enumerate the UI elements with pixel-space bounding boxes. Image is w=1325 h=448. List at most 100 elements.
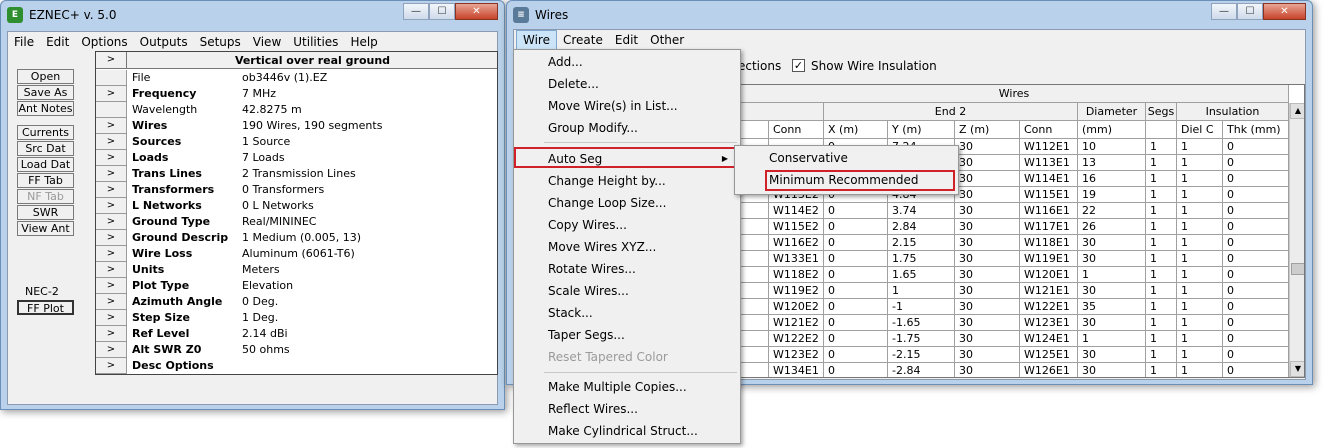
table-cell[interactable]: 1 [1177, 203, 1223, 219]
menu-file[interactable]: File [8, 32, 40, 52]
table-cell[interactable]: W117E1 [1020, 219, 1078, 235]
control-row[interactable]: > Units Meters [96, 262, 497, 278]
control-row[interactable]: > Sources 1 Source [96, 134, 497, 150]
control-row[interactable]: File ob3446v (1).EZ [96, 70, 497, 86]
table-cell[interactable]: -1.75 [888, 331, 955, 347]
row-spacer-cell[interactable] [740, 219, 769, 235]
table-cell[interactable]: 0 [824, 267, 888, 283]
row-spacer-cell[interactable] [740, 203, 769, 219]
control-row[interactable]: > Wires 190 Wires, 190 segments [96, 118, 497, 134]
menu-item-change-loop-size[interactable]: Change Loop Size... [516, 192, 738, 214]
row-spacer-cell[interactable] [740, 331, 769, 347]
table-cell[interactable]: 1 [1146, 331, 1177, 347]
table-cell[interactable]: W133E1 [769, 251, 824, 267]
row-expand-button[interactable]: > [96, 134, 127, 150]
menu-setups[interactable]: Setups [194, 32, 247, 52]
table-cell[interactable]: 0 [1223, 235, 1289, 251]
row-spacer-cell[interactable] [740, 299, 769, 315]
view-ant-button[interactable]: View Ant [17, 221, 74, 236]
row-expand-button[interactable]: > [96, 310, 127, 326]
menu-view[interactable]: View [247, 32, 287, 52]
table-cell[interactable]: 1 [1177, 155, 1223, 171]
table-cell[interactable]: 0 [1223, 251, 1289, 267]
table-cell[interactable]: 0 [1223, 299, 1289, 315]
row-expand-button[interactable]: > [96, 342, 127, 358]
table-cell[interactable]: 1 [1177, 331, 1223, 347]
table-cell[interactable]: 1 [1146, 251, 1177, 267]
menu-item-rotate-wires[interactable]: Rotate Wires... [516, 258, 738, 280]
table-cell[interactable]: 1 [1146, 267, 1177, 283]
table-cell[interactable]: W125E1 [1020, 347, 1078, 363]
nf-tab-button[interactable]: NF Tab [17, 189, 74, 204]
menu-item-move-wires-xyz[interactable]: Move Wires XYZ... [516, 236, 738, 258]
table-cell[interactable]: 0 [1223, 203, 1289, 219]
wires-titlebar[interactable]: ≡ Wires [507, 1, 1312, 29]
menu-item-copy-wires[interactable]: Copy Wires... [516, 214, 738, 236]
table-cell[interactable]: 1 [1146, 187, 1177, 203]
table-cell[interactable]: W123E1 [1020, 315, 1078, 331]
control-row[interactable]: > L Networks 0 L Networks [96, 198, 497, 214]
table-cell[interactable]: 0 [824, 363, 888, 377]
menu-other[interactable]: Other [644, 30, 690, 50]
table-cell[interactable]: 1 [1146, 139, 1177, 155]
table-cell[interactable]: W118E1 [1020, 235, 1078, 251]
table-cell[interactable]: W121E1 [1020, 283, 1078, 299]
row-expand-button[interactable]: > [96, 230, 127, 246]
scroll-up-icon[interactable]: ▲ [1290, 103, 1304, 119]
control-row[interactable]: > Transformers 0 Transformers [96, 182, 497, 198]
table-cell[interactable]: 30 [1078, 283, 1146, 299]
table-cell[interactable]: 30 [955, 331, 1020, 347]
table-cell[interactable]: 0 [1223, 315, 1289, 331]
swr-button[interactable]: SWR [17, 205, 74, 220]
menu-item-scale-wires[interactable]: Scale Wires... [516, 280, 738, 302]
minimize-button[interactable]: — [403, 3, 429, 20]
control-row[interactable]: > Desc Options [96, 358, 497, 374]
maximize-button[interactable]: ☐ [1237, 3, 1263, 20]
table-cell[interactable]: W113E1 [1020, 155, 1078, 171]
row-expand-button[interactable] [96, 70, 127, 86]
wires-scrollbar[interactable]: ▲ ▼ [1289, 103, 1304, 377]
control-row[interactable]: > Ground Descrip 1 Medium (0.005, 13) [96, 230, 497, 246]
table-cell[interactable]: 2.84 [888, 219, 955, 235]
row-spacer-cell[interactable] [740, 251, 769, 267]
table-cell[interactable]: 30 [1078, 251, 1146, 267]
table-cell[interactable]: 0 [824, 219, 888, 235]
table-cell[interactable]: 1 [1078, 331, 1146, 347]
table-cell[interactable]: 1 [1078, 267, 1146, 283]
menu-item-reset-tapered-color[interactable]: Reset Tapered Color [516, 346, 738, 368]
table-cell[interactable]: 0 [1223, 283, 1289, 299]
menu-item-reflect-wires[interactable]: Reflect Wires... [516, 398, 738, 420]
table-cell[interactable]: W114E1 [1020, 171, 1078, 187]
table-cell[interactable]: 1 [1177, 187, 1223, 203]
table-cell[interactable]: 16 [1078, 171, 1146, 187]
table-cell[interactable]: W122E2 [769, 331, 824, 347]
row-expand-button[interactable]: > [96, 246, 127, 262]
table-cell[interactable]: 30 [955, 139, 1020, 155]
table-cell[interactable]: 1 [888, 283, 955, 299]
table-cell[interactable]: 30 [955, 299, 1020, 315]
table-cell[interactable]: 30 [955, 219, 1020, 235]
ant-notes-button[interactable]: Ant Notes [17, 101, 74, 116]
table-cell[interactable]: W115E2 [769, 219, 824, 235]
table-cell[interactable]: 0 [824, 347, 888, 363]
menu-help[interactable]: Help [344, 32, 383, 52]
load-dat-button[interactable]: Load Dat [17, 157, 74, 172]
header-arrow-button[interactable]: > [96, 52, 127, 69]
table-cell[interactable]: 30 [955, 187, 1020, 203]
table-cell[interactable]: 0 [1223, 219, 1289, 235]
minimize-button[interactable]: — [1211, 3, 1237, 20]
row-spacer-cell[interactable] [740, 267, 769, 283]
table-cell[interactable]: 1 [1177, 363, 1223, 377]
table-cell[interactable]: W119E2 [769, 283, 824, 299]
table-cell[interactable]: 0 [1223, 187, 1289, 203]
submenu-item-conservative[interactable]: Conservative [737, 147, 956, 169]
control-row[interactable]: > Azimuth Angle 0 Deg. [96, 294, 497, 310]
table-cell[interactable]: W122E1 [1020, 299, 1078, 315]
row-expand-button[interactable]: > [96, 118, 127, 134]
table-cell[interactable]: 2.15 [888, 235, 955, 251]
table-cell[interactable]: 30 [955, 347, 1020, 363]
table-cell[interactable]: 30 [1078, 315, 1146, 331]
table-cell[interactable]: 30 [955, 251, 1020, 267]
table-cell[interactable]: 1 [1146, 219, 1177, 235]
table-cell[interactable]: 1 [1146, 299, 1177, 315]
